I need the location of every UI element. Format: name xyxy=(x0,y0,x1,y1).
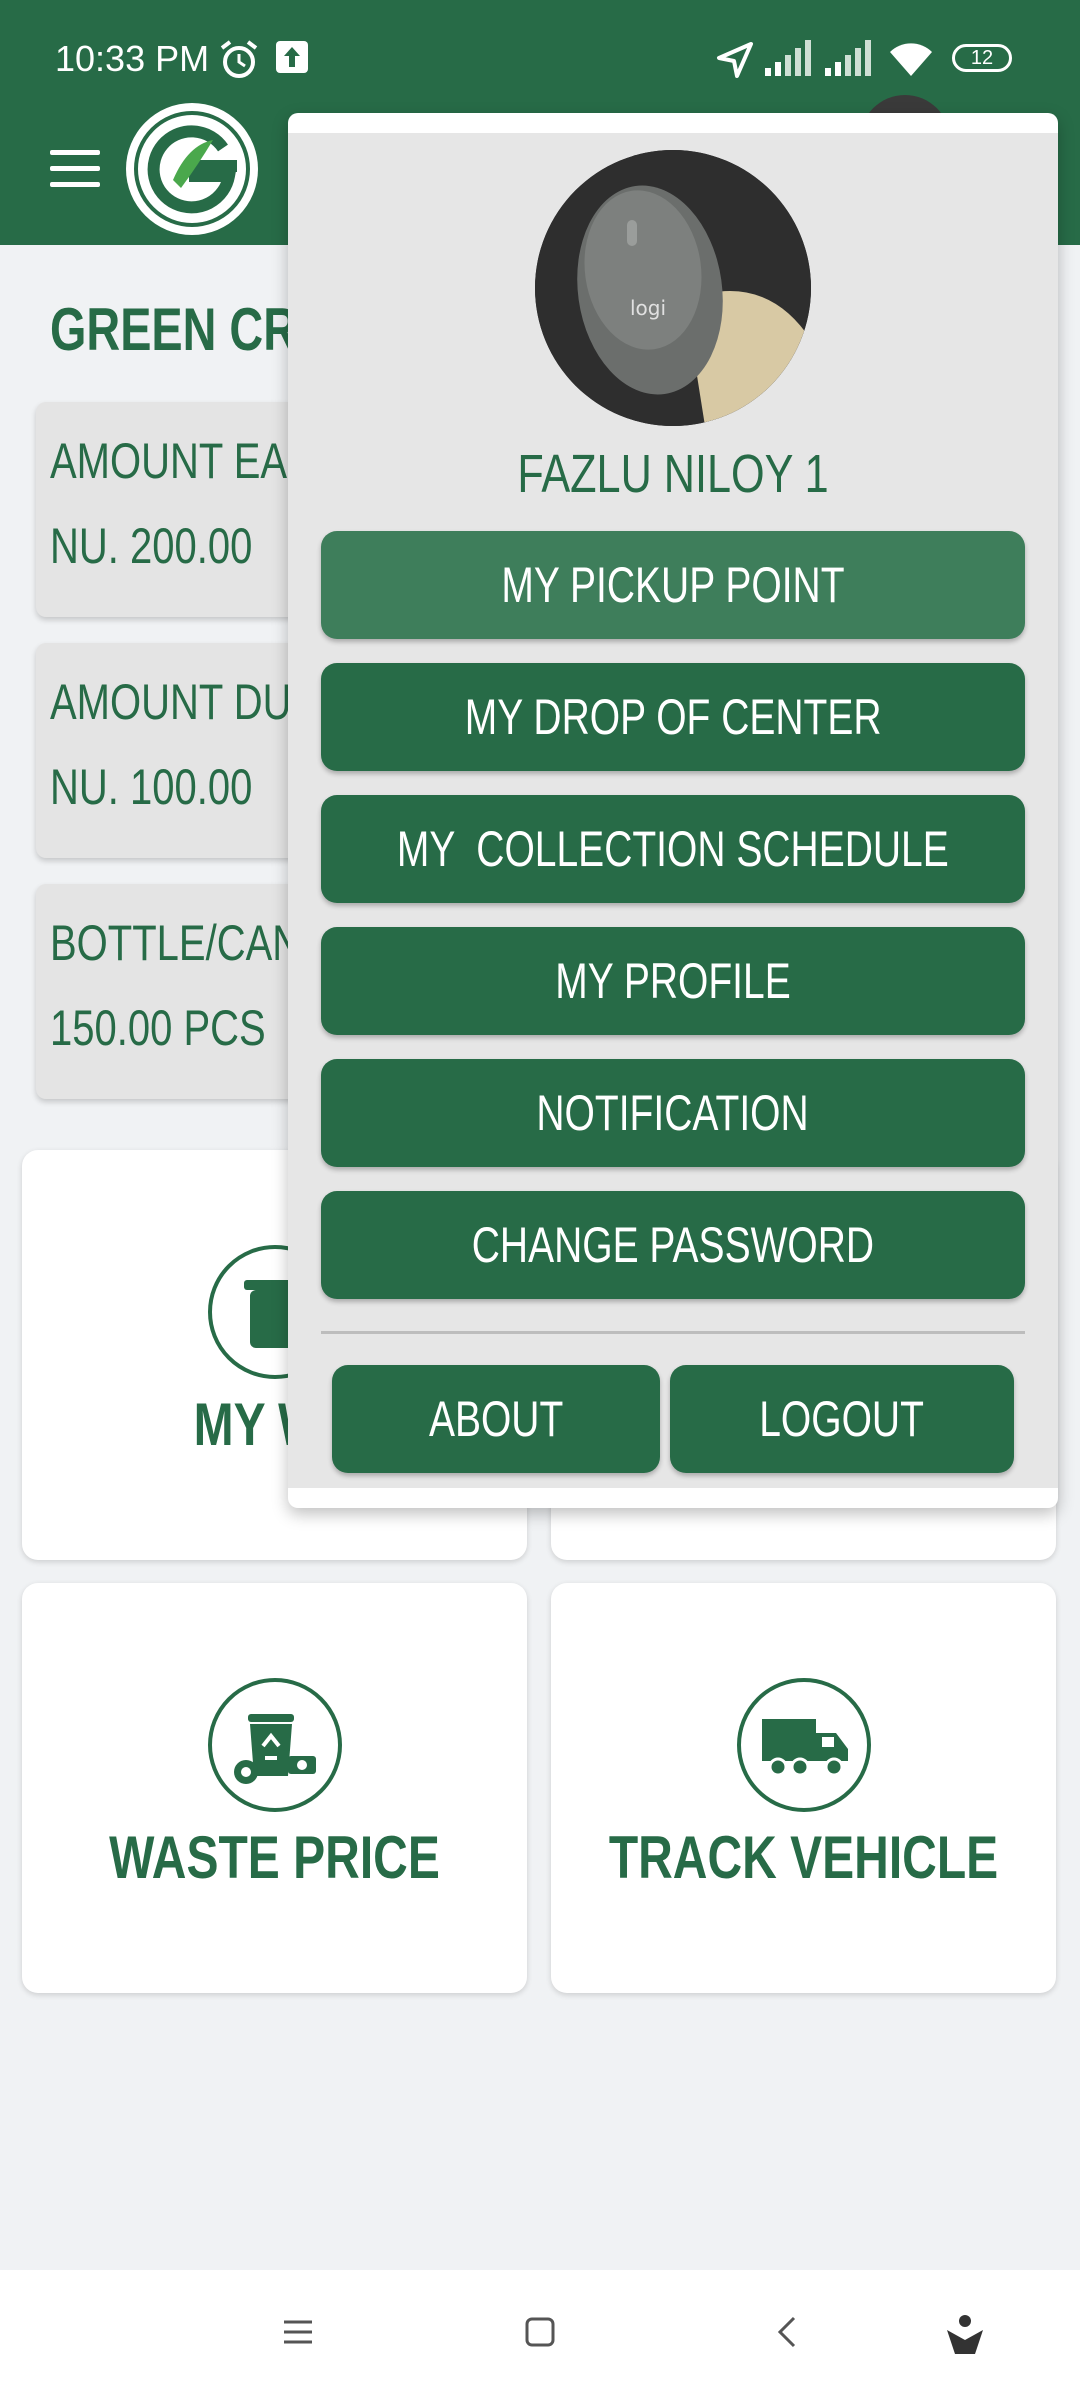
user-menu-popup: logi FAZLU NILOY 1 MY PICKUP POINT MY DR… xyxy=(288,113,1058,1508)
dashboard-heading: GREEN CRE xyxy=(50,296,329,363)
logout-button[interactable]: LOGOUT xyxy=(670,1365,1014,1473)
user-name: FAZLU NILOY 1 xyxy=(517,444,829,504)
stat-value: 150.00 PCS xyxy=(50,1000,266,1056)
menu-item-label: MY DROP OF CENTER xyxy=(464,689,882,745)
stat-value: NU. 100.00 xyxy=(50,759,253,815)
green-g-logo-icon xyxy=(134,111,250,227)
back-icon[interactable] xyxy=(770,2314,806,2350)
alarm-icon xyxy=(220,40,258,78)
stat-label: BOTTLE/CAN xyxy=(50,915,302,971)
signal-icon-1 xyxy=(765,40,811,76)
svg-text:logi: logi xyxy=(630,296,666,320)
mouse-photo-icon: logi xyxy=(535,150,811,426)
menu-my-drop-off-center[interactable]: MY DROP OF CENTER xyxy=(321,663,1025,771)
about-label: ABOUT xyxy=(428,1391,564,1447)
tile-label: WASTE PRICE xyxy=(109,1824,440,1891)
system-nav-bar xyxy=(0,2270,1080,2400)
location-arrow-icon xyxy=(717,42,753,78)
battery-level: 12 xyxy=(970,47,994,69)
profile-photo[interactable]: logi xyxy=(535,150,811,426)
menu-item-label: MY COLLECTION SCHEDULE xyxy=(397,821,949,877)
menu-my-collection-schedule[interactable]: MY COLLECTION SCHEDULE xyxy=(321,795,1025,903)
signal-icon-2 xyxy=(825,40,871,76)
accessibility-icon[interactable] xyxy=(945,2314,985,2354)
recycle-bin-price-icon xyxy=(207,1678,342,1812)
battery-indicator: 12 xyxy=(952,44,1012,72)
menu-item-label: MY PROFILE xyxy=(555,953,791,1009)
stat-label: AMOUNT DUE xyxy=(50,674,319,730)
menu-item-label: MY PICKUP POINT xyxy=(501,557,845,613)
stat-value: NU. 200.00 xyxy=(50,518,253,574)
menu-item-label: CHANGE PASSWORD xyxy=(471,1217,875,1273)
menu-icon[interactable] xyxy=(50,150,100,190)
status-time: 10:33 PM xyxy=(55,38,210,79)
tile-track-vehicle[interactable]: TRACK VEHICLE xyxy=(551,1583,1056,1993)
about-button[interactable]: ABOUT xyxy=(332,1365,660,1473)
wifi-icon xyxy=(890,43,932,76)
menu-my-pickup-point[interactable]: MY PICKUP POINT xyxy=(321,531,1025,639)
home-icon[interactable] xyxy=(522,2314,558,2350)
tile-waste-price[interactable]: WASTE PRICE xyxy=(22,1583,527,1993)
menu-my-profile[interactable]: MY PROFILE xyxy=(321,927,1025,1035)
app-logo xyxy=(126,103,258,235)
logout-label: LOGOUT xyxy=(759,1391,925,1447)
menu-item-label: NOTIFICATION xyxy=(536,1085,810,1141)
tile-label: TRACK VEHICLE xyxy=(608,1824,999,1891)
menu-notification[interactable]: NOTIFICATION xyxy=(321,1059,1025,1167)
upload-icon xyxy=(276,41,308,73)
garbage-truck-icon xyxy=(736,1678,871,1812)
recents-icon[interactable] xyxy=(280,2314,316,2350)
menu-change-password[interactable]: CHANGE PASSWORD xyxy=(321,1191,1025,1299)
menu-divider xyxy=(321,1331,1025,1334)
